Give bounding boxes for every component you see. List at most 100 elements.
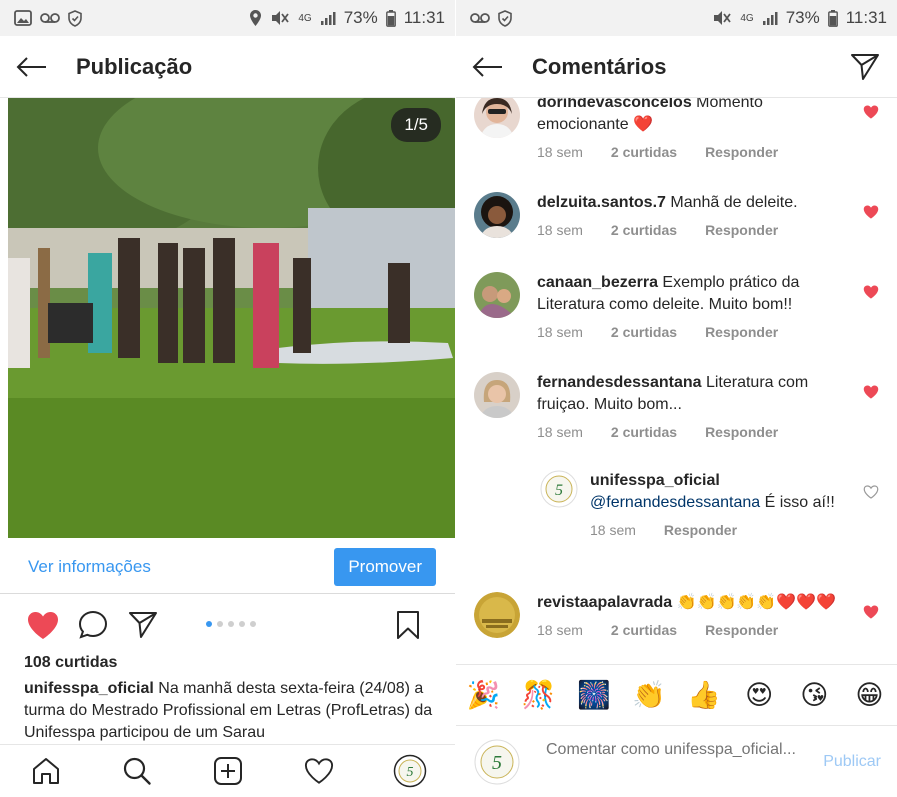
comment-like-button[interactable] — [861, 102, 881, 122]
carousel-indicator — [206, 621, 256, 627]
avatar[interactable] — [474, 592, 520, 638]
post-caption: unifesspa_oficial Na manhã desta sexta-f… — [24, 678, 441, 742]
reply-button[interactable]: Responder — [664, 522, 737, 538]
avatar[interactable]: 5 — [540, 470, 578, 508]
carousel-dot — [250, 621, 256, 627]
avatar[interactable] — [474, 98, 520, 138]
nav-activity[interactable] — [297, 749, 341, 793]
comment-likes[interactable]: 2 curtidas — [611, 144, 677, 160]
back-button[interactable] — [14, 49, 50, 85]
back-button[interactable] — [470, 49, 506, 85]
heart-outline-icon — [863, 485, 879, 499]
promote-button[interactable]: Promover — [334, 547, 436, 586]
avatar: 5 — [474, 739, 520, 785]
photo-counter: 1/5 — [391, 108, 441, 142]
comment-meta: 18 sem Responder — [590, 522, 845, 538]
emoji-fireworks[interactable]: 🎆 — [574, 675, 614, 715]
clock: 11:31 — [403, 8, 445, 27]
comment-text: dorihdevasconcelos Momento emocionante ❤… — [537, 98, 845, 136]
comment-meta: 18 sem 2 curtidas Responder — [537, 622, 845, 638]
emoji-heart-eyes[interactable]: 😍 — [739, 675, 779, 715]
bookmark-icon — [397, 611, 419, 639]
emoji-party-popper[interactable]: 🎉 — [464, 675, 504, 715]
view-insights-link[interactable]: Ver informações — [28, 557, 151, 577]
battery-icon — [385, 9, 396, 27]
share-button[interactable] — [847, 49, 883, 85]
comment-message: Manhã de deleite. — [665, 194, 798, 211]
heart-filled-icon — [863, 605, 879, 619]
comment-username[interactable]: unifesspa_oficial — [590, 472, 720, 489]
reply-button[interactable]: Responder — [705, 622, 778, 638]
emoji-kiss[interactable]: 😘 — [794, 675, 834, 715]
arrow-left-icon — [16, 56, 46, 77]
arrow-left-icon — [472, 56, 502, 77]
clock: 11:31 — [845, 8, 887, 27]
nav-search[interactable] — [115, 749, 159, 793]
like-button[interactable] — [22, 604, 64, 646]
comment-username[interactable]: canaan_bezerra — [537, 274, 658, 291]
publish-button[interactable]: Publicar — [823, 753, 881, 771]
caption-username[interactable]: unifesspa_oficial — [24, 680, 154, 697]
quick-emoji-bar: 🎉 🎊 🎆 👏 👍 😍 😘 😁 — [456, 664, 897, 726]
comment-bubble-icon — [78, 610, 108, 639]
reply-button[interactable]: Responder — [705, 144, 778, 160]
comment-time: 18 sem — [537, 622, 583, 638]
comment-meta: 18 sem 2 curtidas Responder — [537, 324, 845, 340]
bottom-nav: 5 — [0, 744, 455, 797]
nav-new-post[interactable] — [206, 749, 250, 793]
comment-username[interactable]: fernandesdessantana — [537, 374, 702, 391]
comment-likes[interactable]: 2 curtidas — [611, 222, 677, 238]
comment-mention[interactable]: @fernandesdessantana — [590, 494, 760, 511]
emoji-thumbs-up[interactable]: 👍 — [684, 675, 724, 715]
signal-icon — [320, 11, 336, 25]
comment-username[interactable]: dorihdevasconcelos — [537, 98, 692, 111]
comment-like-button[interactable] — [861, 202, 881, 222]
battery-icon — [827, 9, 838, 27]
avatar[interactable] — [474, 272, 520, 318]
comment-username[interactable]: revistaapalavrada — [537, 594, 672, 611]
comment-likes[interactable]: 2 curtidas — [611, 324, 677, 340]
heart-filled-icon — [863, 105, 879, 119]
heart-filled-icon — [863, 205, 879, 219]
reply-button[interactable]: Responder — [705, 324, 778, 340]
comment-button[interactable] — [72, 604, 114, 646]
comment-likes[interactable]: 2 curtidas — [611, 424, 677, 440]
avatar[interactable] — [474, 192, 520, 238]
mute-icon — [712, 10, 732, 26]
comment-like-button[interactable] — [861, 602, 881, 622]
emoji-confetti[interactable]: 🎊 — [519, 675, 559, 715]
comment-like-button[interactable] — [861, 382, 881, 402]
add-post-icon — [213, 757, 242, 785]
save-button[interactable] — [387, 604, 429, 646]
likes-count[interactable]: 108 curtidas — [24, 654, 117, 672]
nav-home[interactable] — [24, 749, 68, 793]
comment-time: 18 sem — [537, 424, 583, 440]
comment-likes[interactable]: 2 curtidas — [611, 622, 677, 638]
comment-input[interactable] — [546, 740, 824, 784]
nav-profile[interactable]: 5 — [388, 749, 432, 793]
avatar[interactable] — [474, 372, 520, 418]
gallery-icon — [14, 10, 32, 26]
network-type: 4G — [740, 12, 754, 24]
profile-avatar-icon: 5 — [393, 754, 426, 788]
reply-button[interactable]: Responder — [705, 424, 778, 440]
shield-icon — [498, 9, 512, 27]
share-button[interactable] — [122, 604, 164, 646]
comment-username[interactable]: delzuita.santos.7 — [537, 194, 666, 211]
comment-like-button[interactable] — [861, 482, 881, 502]
comment-text: canaan_bezerra Exemplo prático da Litera… — [537, 272, 845, 316]
comment-like-button[interactable] — [861, 282, 881, 302]
heart-filled-icon — [863, 285, 879, 299]
reply-button[interactable]: Responder — [705, 222, 778, 238]
carousel-dot — [228, 621, 234, 627]
comment-time: 18 sem — [537, 144, 583, 160]
post-photo[interactable]: 1/5 — [8, 98, 455, 538]
emoji-grin[interactable]: 😁 — [849, 675, 889, 715]
emoji-clap[interactable]: 👏 — [629, 675, 669, 715]
shield-icon — [68, 9, 82, 27]
app-bar: Comentários — [456, 36, 897, 98]
svg-text:5: 5 — [555, 482, 563, 499]
send-icon — [129, 612, 157, 638]
network-type: 4G — [298, 12, 312, 24]
comment-time: 18 sem — [537, 324, 583, 340]
